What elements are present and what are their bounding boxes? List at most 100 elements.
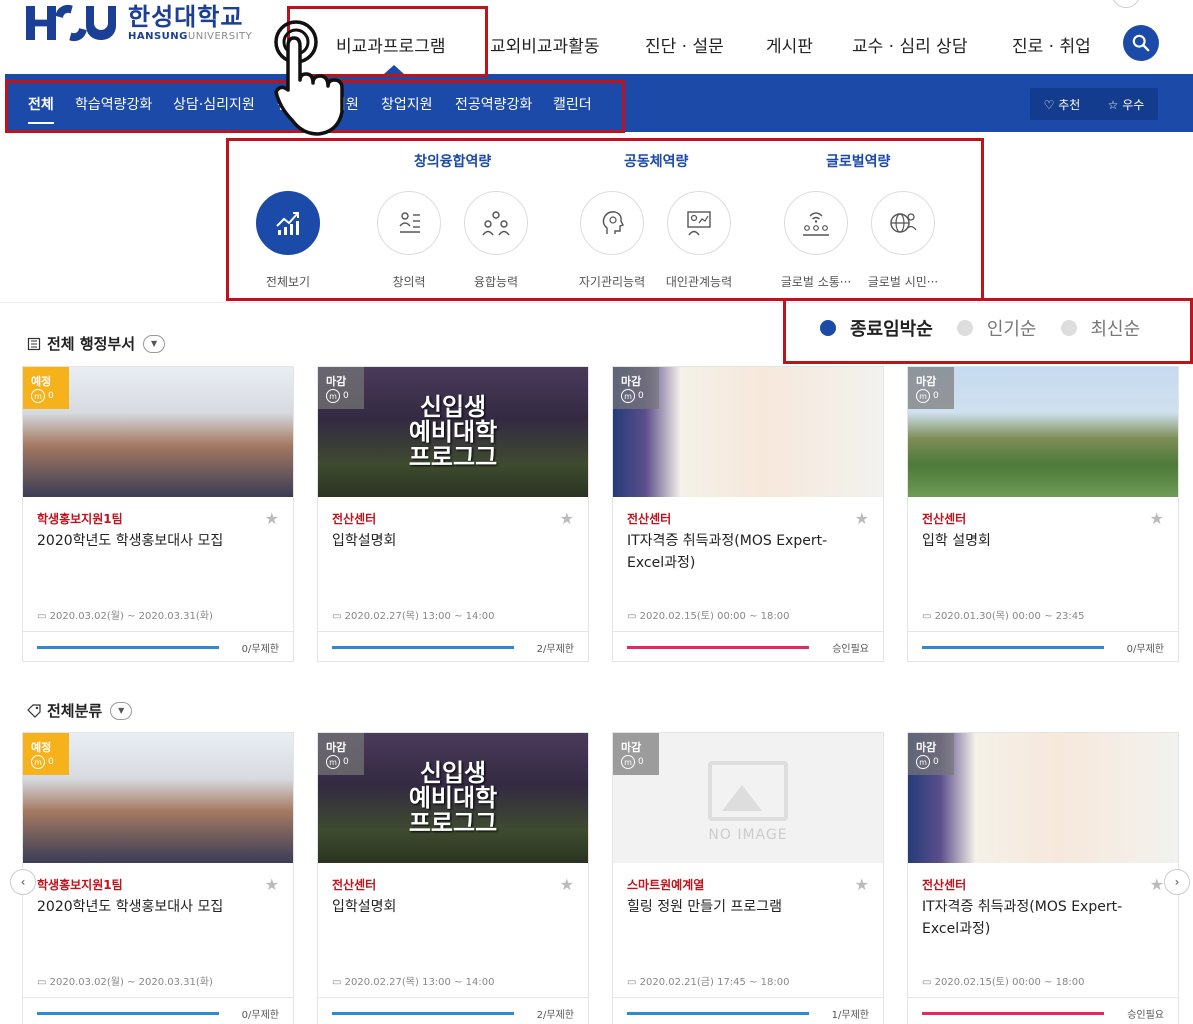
card-date: ▭ 2020.02.27(목) 13:00 ~ 14:00 bbox=[332, 611, 495, 622]
program-card[interactable]: 신입생 예비대학 프로그그 마감 m 0 전산센터 ★ 입학설명회 ▭ 2020.02.… bbox=[317, 366, 589, 662]
menu-diagnosis-survey[interactable]: 진단 · 설문 bbox=[645, 32, 724, 57]
chart-growth-icon bbox=[276, 212, 299, 235]
competency-label: 자기관리능력 bbox=[578, 275, 646, 289]
department-dropdown-toggle[interactable]: ▼ bbox=[143, 334, 166, 353]
no-image-icon bbox=[708, 761, 788, 821]
carousel-prev-button[interactable]: ‹ bbox=[10, 869, 36, 895]
sort-options: 종료임박순 인기순 최신순 bbox=[820, 315, 1164, 341]
favorite-star-icon[interactable]: ★ bbox=[560, 875, 574, 894]
favorite-star-icon[interactable]: ★ bbox=[1150, 509, 1164, 528]
competency-filter-panel: 창의융합역량 공동체역량 글로벌역량 전체보기 창의력 융합능력 자기관리능력 … bbox=[0, 135, 1193, 303]
site-header: 한성대학교 HANSUNGUNIVERSITY 비교과프로그램 교외비교과활동 … bbox=[0, 0, 1193, 74]
competency-creativity[interactable]: 창의력 bbox=[364, 191, 454, 290]
favorite-star-icon[interactable]: ★ bbox=[265, 875, 279, 894]
program-card[interactable]: 마감 m 0 전산센터 ★ 입학 설명회 ▭ 2020.01.30(목) 00:00… bbox=[907, 366, 1179, 662]
logo-korean-name: 한성대학교 bbox=[128, 2, 244, 31]
active-menu-caret bbox=[384, 65, 404, 74]
card-title[interactable]: 2020학년도 학생홍보대사 모집 bbox=[37, 897, 269, 919]
excellent-filter[interactable]: ☆ 우수 bbox=[1108, 96, 1145, 113]
category-nav-bar: 전체 학습역량강화 상담·심리지원 진로·취업지원 창업지원 전공역량강화 캘린… bbox=[5, 74, 1193, 132]
card-date: ▭ 2020.02.15(토) 00:00 ~ 18:00 bbox=[627, 611, 790, 622]
radio-dot bbox=[820, 320, 836, 336]
card-capacity: 0/무제한 bbox=[241, 644, 279, 655]
menu-noncurricular-program[interactable]: 비교과프로그램 bbox=[336, 32, 445, 57]
card-title[interactable]: 입학 설명회 bbox=[922, 531, 1154, 553]
favorite-star-icon[interactable]: ★ bbox=[560, 509, 574, 528]
recommend-filter-group: ♡ 추천 ☆ 우수 bbox=[1030, 88, 1158, 120]
competency-self-management[interactable]: 자기관리능력 bbox=[567, 191, 657, 290]
competency-label: 글로벌 시민··· bbox=[867, 275, 939, 289]
card-capacity: 0/무제한 bbox=[1126, 644, 1164, 655]
program-card[interactable]: NO IMAGE 마감 m 0 스마트원예계열 ★ 힐링 정원 만들기 프로그램 ▭… bbox=[612, 732, 884, 1024]
card-department: 학생홍보지원1팀 bbox=[37, 878, 123, 892]
card-capacity: 2/무제한 bbox=[536, 1010, 574, 1021]
capacity-bar bbox=[332, 1012, 514, 1015]
status-badge: 예정 m 0 bbox=[23, 733, 69, 775]
presentation-icon bbox=[687, 211, 711, 236]
sort-latest[interactable]: 최신순 bbox=[1060, 315, 1140, 341]
competency-global-communication[interactable]: 글로벌 소통··· bbox=[771, 191, 861, 290]
card-department: 전산센터 bbox=[922, 878, 967, 892]
recommend-filter[interactable]: ♡ 추천 bbox=[1044, 96, 1081, 113]
card-title[interactable]: 힐링 정원 만들기 프로그램 bbox=[627, 897, 859, 919]
program-card[interactable]: 마감 m 0 전산센터 ★ IT자격증 취득과정(MOS Expert-Excel과… bbox=[907, 732, 1179, 1024]
group-creative-convergence: 창의융합역량 bbox=[414, 154, 492, 170]
head-profile-icon bbox=[602, 211, 624, 234]
competency-label: 전체보기 bbox=[265, 275, 311, 289]
menu-career[interactable]: 진로 · 취업 bbox=[1012, 32, 1091, 57]
capacity-bar bbox=[627, 646, 809, 649]
menu-external-activity[interactable]: 교외비교과활동 bbox=[490, 32, 599, 57]
card-date: ▭ 2020.01.30(목) 00:00 ~ 23:45 bbox=[922, 611, 1085, 622]
top-utility-button[interactable] bbox=[1112, 0, 1140, 8]
group-global: 글로벌역량 bbox=[826, 154, 891, 170]
building-icon bbox=[27, 337, 41, 350]
status-badge: 마감 m 0 bbox=[613, 733, 659, 775]
favorite-star-icon[interactable]: ★ bbox=[265, 509, 279, 528]
card-department: 스마트원예계열 bbox=[627, 878, 705, 892]
card-title[interactable]: IT자격증 취득과정(MOS Expert-Excel과정) bbox=[922, 897, 1154, 940]
program-card[interactable]: 신입생 예비대학 프로그그 마감 m 0 전산센터 ★ 입학설명회 ▭ 2020.02.… bbox=[317, 732, 589, 1024]
capacity-bar bbox=[332, 646, 514, 649]
university-logo[interactable]: 한성대학교 HANSUNGUNIVERSITY bbox=[26, 0, 252, 47]
tag-icon bbox=[27, 703, 41, 718]
tab-counseling[interactable]: 상담·심리지원 bbox=[173, 94, 255, 114]
favorite-star-icon[interactable]: ★ bbox=[855, 509, 869, 528]
menu-board[interactable]: 게시판 bbox=[766, 32, 813, 57]
carousel-next-button[interactable]: › bbox=[1164, 869, 1190, 895]
sort-popular[interactable]: 인기순 bbox=[956, 315, 1037, 341]
card-department: 학생홍보지원1팀 bbox=[37, 512, 123, 526]
sort-ending-soon[interactable]: 종료임박순 bbox=[820, 315, 933, 341]
tab-startup[interactable]: 창업지원 bbox=[381, 94, 433, 114]
card-department: 전산센터 bbox=[627, 512, 672, 526]
capacity-bar bbox=[922, 1012, 1104, 1015]
favorite-star-icon[interactable]: ★ bbox=[1150, 875, 1164, 894]
card-capacity: 승인필요 bbox=[832, 644, 869, 655]
hsu-logo-mark bbox=[26, 0, 118, 47]
capacity-bar bbox=[922, 646, 1104, 649]
category-dropdown-toggle[interactable]: ▼ bbox=[110, 701, 133, 720]
card-date: ▭ 2020.02.27(목) 13:00 ~ 14:00 bbox=[332, 977, 495, 988]
card-department: 전산센터 bbox=[332, 878, 377, 892]
tab-calendar[interactable]: 캘린더 bbox=[553, 94, 592, 114]
card-date: ▭ 2020.02.15(토) 00:00 ~ 18:00 bbox=[922, 977, 1085, 988]
card-title[interactable]: 입학설명회 bbox=[332, 531, 564, 553]
tab-major[interactable]: 전공역량강화 bbox=[455, 94, 532, 114]
card-title[interactable]: IT자격증 취득과정(MOS Expert-Excel과정) bbox=[627, 531, 859, 574]
favorite-star-icon[interactable]: ★ bbox=[855, 875, 869, 894]
competency-convergence[interactable]: 융합능력 bbox=[451, 191, 541, 290]
competency-all[interactable]: 전체보기 bbox=[243, 191, 333, 290]
program-card[interactable]: 마감 m 0 전산센터 ★ IT자격증 취득과정(MOS Expert-Excel과… bbox=[612, 366, 884, 662]
menu-counseling[interactable]: 교수 · 심리 상담 bbox=[852, 32, 967, 57]
program-card[interactable]: 예정 m 0 학생홍보지원1팀 ★ 2020학년도 학생홍보대사 모집 ▭ 2020… bbox=[22, 366, 294, 662]
capacity-bar bbox=[37, 646, 219, 649]
competency-label: 글로벌 소통··· bbox=[780, 275, 852, 289]
competency-global-citizen[interactable]: 글로벌 시민··· bbox=[858, 191, 948, 290]
card-title[interactable]: 입학설명회 bbox=[332, 897, 564, 919]
tab-all[interactable]: 전체 bbox=[28, 94, 54, 124]
competency-interpersonal[interactable]: 대인관계능력 bbox=[654, 191, 744, 290]
status-badge: 마감 m 0 bbox=[908, 733, 954, 775]
card-title[interactable]: 2020학년도 학생홍보대사 모집 bbox=[37, 531, 269, 553]
search-button[interactable] bbox=[1123, 25, 1159, 61]
tab-learning[interactable]: 학습역량강화 bbox=[75, 94, 152, 114]
program-card[interactable]: 예정 m 0 학생홍보지원1팀 ★ 2020학년도 학생홍보대사 모집 ▭ 2020… bbox=[22, 732, 294, 1024]
